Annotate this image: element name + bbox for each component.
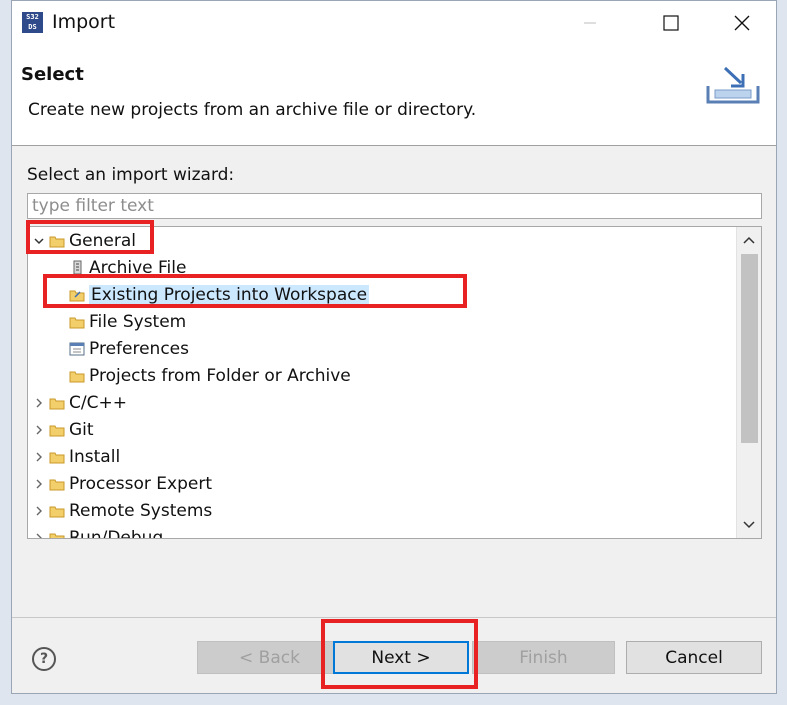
chevron-down-icon [743, 521, 755, 529]
help-icon[interactable]: ? [32, 647, 56, 671]
tree-item-label: Preferences [89, 338, 189, 359]
scrollbar-thumb[interactable] [741, 254, 758, 443]
tree-item-remote-systems[interactable]: Remote Systems [32, 497, 212, 524]
filter-input[interactable] [27, 193, 762, 219]
tree-item-label: General [69, 230, 136, 251]
maximize-icon [663, 15, 679, 31]
tree-item-existing-projects[interactable]: Existing Projects into Workspace [66, 281, 370, 308]
tree-scrollbar[interactable] [736, 227, 761, 538]
existing-projects-icon [69, 287, 85, 303]
tree-item-archive-file[interactable]: Archive File [66, 254, 186, 281]
folder-icon [49, 395, 65, 411]
tree-item-label: C/C++ [69, 392, 127, 413]
folder-icon [69, 314, 85, 330]
chevron-right-icon[interactable] [32, 423, 46, 437]
chevron-down-icon[interactable] [32, 234, 46, 248]
folder-icon [49, 476, 65, 492]
wizard-label: Select an import wizard: [27, 165, 235, 185]
tree-item-git[interactable]: Git [32, 416, 94, 443]
archive-file-icon [69, 260, 85, 276]
page-title: Select [21, 64, 84, 85]
tree-item-label: Run/Debug [69, 527, 164, 539]
folder-icon [49, 449, 65, 465]
tree-item-label: Remote Systems [69, 500, 213, 521]
folder-icon [49, 422, 65, 438]
tree-item-run-debug[interactable]: Run/Debug [32, 524, 164, 539]
tree-item-general[interactable]: General [32, 227, 136, 254]
import-wizard-icon [706, 66, 760, 104]
minimize-icon [584, 22, 596, 24]
folder-icon [49, 503, 65, 519]
footer-divider [12, 617, 776, 618]
wizard-tree[interactable]: General Archive File Existing Projects i… [27, 226, 762, 539]
tree-item-label: Existing Projects into Workspace [89, 284, 370, 305]
tree-item-c-cpp[interactable]: C/C++ [32, 389, 127, 416]
chevron-right-icon[interactable] [32, 477, 46, 491]
next-button[interactable]: Next > [333, 641, 469, 674]
import-dialog: S32 DS Import Select Create new projects … [11, 0, 777, 694]
window-title: Import [52, 11, 116, 33]
tree-item-preferences[interactable]: Preferences [66, 335, 189, 362]
title-bar: S32 DS Import [12, 1, 776, 45]
chevron-right-icon[interactable] [32, 531, 46, 538]
chevron-right-icon[interactable] [32, 504, 46, 518]
tree-item-file-system[interactable]: File System [66, 308, 186, 335]
maximize-button[interactable] [648, 7, 694, 39]
tree-item-label: Git [69, 419, 94, 440]
tree-item-processor-expert[interactable]: Processor Expert [32, 470, 212, 497]
chevron-up-icon [743, 236, 755, 244]
tree-item-projects-from-folder[interactable]: Projects from Folder or Archive [66, 362, 351, 389]
preferences-icon [69, 341, 85, 357]
close-icon [734, 15, 750, 31]
scroll-down-button[interactable] [737, 512, 761, 538]
tree-item-label: Install [69, 446, 121, 467]
chevron-right-icon[interactable] [32, 450, 46, 464]
scroll-up-button[interactable] [737, 227, 761, 253]
wizard-header: Select Create new projects from an archi… [12, 45, 776, 146]
tree-item-label: Archive File [89, 257, 187, 278]
chevron-right-icon[interactable] [32, 396, 46, 410]
app-icon: S32 DS [22, 12, 43, 33]
tree-item-install[interactable]: Install [32, 443, 120, 470]
folder-icon [69, 368, 85, 384]
folder-icon [49, 233, 65, 249]
back-button[interactable]: < Back [197, 641, 342, 674]
tree-item-label: File System [89, 311, 187, 332]
tree-item-label: Projects from Folder or Archive [89, 365, 351, 386]
close-button[interactable] [719, 7, 765, 39]
cancel-button[interactable]: Cancel [626, 641, 762, 674]
page-description: Create new projects from an archive file… [28, 100, 477, 120]
tree-item-label: Processor Expert [69, 473, 212, 494]
finish-button[interactable]: Finish [472, 641, 615, 674]
minimize-button[interactable] [567, 7, 613, 39]
folder-icon [49, 530, 65, 538]
